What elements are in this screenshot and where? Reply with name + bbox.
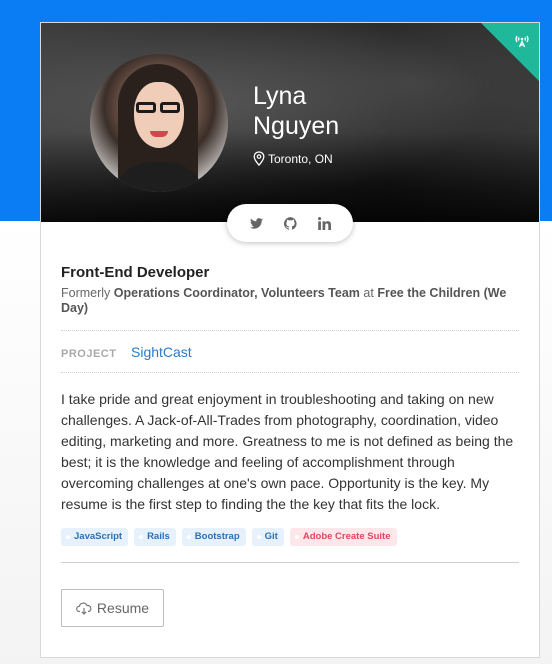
profile-details: Front-End Developer Formerly Operations … (61, 264, 519, 627)
hero-banner: Lyna Nguyen Toronto, ON (41, 23, 539, 222)
skill-tag: Git (251, 528, 284, 546)
first-name: Lyna (253, 82, 307, 110)
avatar (90, 54, 228, 192)
location: Toronto, ON (253, 151, 333, 166)
location-text: Toronto, ON (268, 151, 333, 166)
linkedin-icon[interactable] (317, 216, 331, 230)
at-word: at (363, 286, 374, 300)
project-label: PROJECT (61, 348, 117, 360)
accessibility-broadcast-icon (515, 35, 529, 48)
last-name: Nguyen (253, 112, 340, 140)
divider (61, 372, 519, 373)
skill-tag: Rails (134, 528, 176, 546)
skill-tag-label: Git (264, 531, 278, 542)
twitter-icon[interactable] (249, 217, 263, 229)
profile-name: Lyna Nguyen (253, 81, 453, 141)
cloud-download-icon (76, 602, 92, 615)
former-position: Formerly Operations Coordinator, Volunte… (61, 286, 519, 316)
divider (61, 562, 519, 563)
social-links (227, 204, 353, 242)
job-title: Front-End Developer (61, 264, 210, 281)
skill-tags: JavaScript Rails Bootstrap Git Adobe Cre… (61, 528, 519, 546)
project-row: PROJECT SightCast (61, 344, 519, 360)
skill-tag: Adobe Create Suite (289, 528, 397, 546)
skill-tag-label: Bootstrap (194, 531, 240, 542)
resume-label: Resume (96, 600, 150, 616)
profile-card: Lyna Nguyen Toronto, ON Front-End Develo… (40, 22, 540, 658)
formerly-prefix: Formerly (61, 286, 111, 300)
map-pin-icon (253, 151, 265, 166)
project-link[interactable]: SightCast (131, 344, 192, 360)
resume-button[interactable]: Resume (61, 589, 164, 627)
github-icon[interactable] (283, 216, 297, 230)
skill-tag: Bootstrap (181, 528, 246, 546)
divider (61, 330, 519, 331)
skill-tag-label: Rails (147, 531, 170, 542)
former-role: Operations Coordinator, Volunteers Team (113, 286, 360, 300)
skill-tag: JavaScript (61, 528, 129, 546)
bio-text: I take pride and great enjoyment in trou… (61, 391, 514, 512)
skill-tag-label: JavaScript (74, 531, 123, 542)
skill-tag-label: Adobe Create Suite (302, 531, 391, 542)
